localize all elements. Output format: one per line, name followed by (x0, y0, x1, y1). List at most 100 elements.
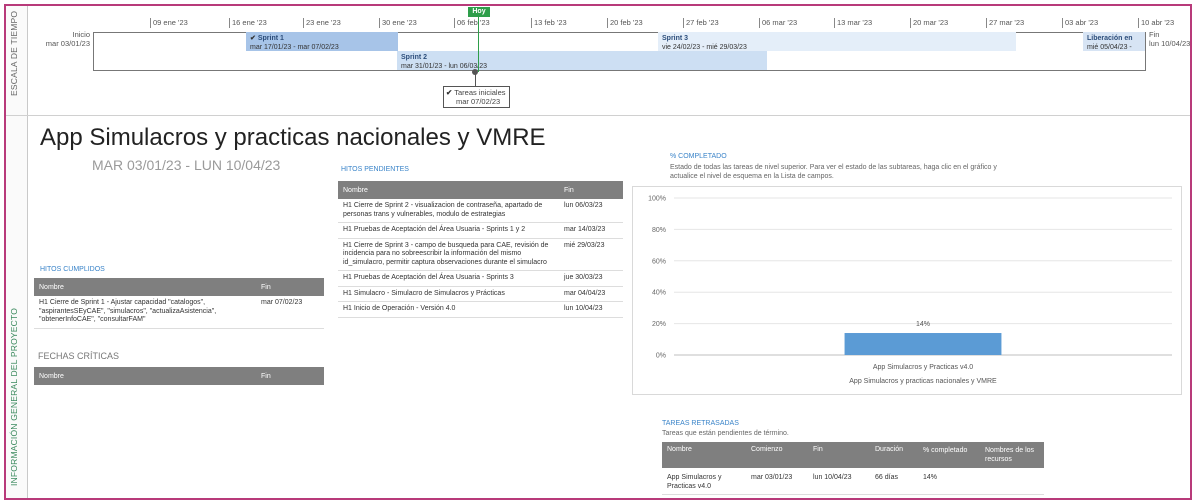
completion-bar[interactable] (844, 333, 1002, 355)
timeline-finish-date: lun 10/04/23 (1149, 39, 1191, 48)
milestone-name: H1 Inicio de Operación - Versión 4.0 (338, 301, 559, 318)
bar-dates: mié 05/04/23 - (1087, 44, 1132, 51)
milestone-dot (472, 69, 478, 75)
milestone-name: H1 Cierre de Sprint 3 - campo de busqued… (338, 238, 559, 271)
timeline-tick: 27 feb '23 (683, 18, 719, 28)
pending-milestones-table[interactable]: Nombre Fin H1 Cierre de Sprint 2 - visua… (338, 181, 623, 318)
milestone-name: H1 Cierre de Sprint 2 - visualizacion de… (338, 199, 559, 223)
milestone-date: mar 07/02/23 (456, 97, 501, 106)
y-tick-label: 80% (652, 227, 666, 234)
column-header: Nombre (662, 442, 746, 468)
column-header: Nombre (34, 367, 256, 385)
column-header: Nombre (338, 181, 559, 199)
milestone-finish: jue 30/03/23 (559, 270, 623, 287)
milestone-name: H1 Simulacro - Simulacro de Simulacros y… (338, 286, 559, 302)
timeline-bar-sprint-1[interactable]: ✔ Sprint 1 mar 17/01/23 - mar 07/02/23 (246, 32, 398, 51)
timeline-tick: 06 mar '23 (759, 18, 797, 28)
today-badge: Hoy (468, 7, 490, 17)
timeline-finish-label: Fin (1149, 30, 1160, 39)
timeline-tick: 20 mar '23 (910, 18, 948, 28)
y-tick-label: 0% (656, 353, 666, 360)
table-row[interactable]: H1 Cierre de Sprint 1 - Ajustar capacida… (34, 296, 324, 329)
table-row[interactable]: H1 Inicio de Operación - Versión 4.0 lun… (338, 301, 623, 318)
milestone-callout[interactable]: ✔ Tareas iniciales mar 07/02/23 (443, 86, 510, 108)
timeline-tick: 20 feb '23 (607, 18, 643, 28)
milestone-finish: mar 04/04/23 (559, 286, 623, 302)
column-header: Nombres de los recursos (980, 442, 1044, 468)
x-tick-label: App Simulacros y Practicas v4.0 (873, 364, 973, 371)
table-row[interactable]: App Simulacros y Practicas v4.0 mar 03/0… (662, 468, 1044, 495)
completion-title: % COMPLETADO (670, 153, 727, 160)
timeline-start-label: Inicio (72, 30, 90, 39)
timeline-start-date: mar 03/01/23 (45, 39, 90, 48)
column-header: Fin (256, 278, 324, 296)
check-icon: ✔ (446, 88, 453, 97)
timescale-label: ESCALA DE TIEMPO (9, 10, 19, 96)
task-duration: 66 días (870, 468, 918, 495)
timeline-bar-liberacion[interactable]: Liberación en mié 05/04/23 - (1083, 32, 1145, 51)
completion-subtitle: Estado de todas las tareas de nivel supe… (670, 164, 997, 180)
column-header: % completado (918, 442, 980, 468)
project-info-label: INFORMACIÓN GENERAL DEL PROYECTO (9, 307, 19, 486)
bar-title: Sprint 3 (662, 35, 689, 42)
y-tick-label: 60% (652, 258, 666, 265)
milestone-name: Tareas iniciales (454, 88, 506, 97)
completion-chart[interactable]: 0% 20% 40% 60% 80% 100% 14% App Simulacros y Pr… (632, 186, 1182, 395)
bar-title: Sprint 2 (401, 54, 428, 61)
y-tick-label: 100% (648, 196, 666, 203)
critical-dates-table[interactable]: Nombre Fin (34, 367, 324, 385)
milestone-finish: mié 29/03/23 (559, 238, 623, 271)
column-header: Fin (808, 442, 870, 468)
task-name: App Simulacros y Practicas v4.0 (662, 468, 746, 495)
check-icon: ✔ (250, 35, 256, 42)
bar-dates: mar 31/01/23 - lun 06/03/23 (401, 63, 488, 70)
delayed-tasks-title: TAREAS RETRASADAS (662, 420, 739, 427)
column-header: Fin (559, 181, 623, 199)
page-title: App Simulacros y practicas nacionales y … (40, 124, 546, 151)
milestone-name: H1 Pruebas de Aceptación del Área Usuari… (338, 222, 559, 239)
completed-milestones-title: HITOS CUMPLIDOS (40, 266, 105, 273)
timeline-tick: 13 mar '23 (834, 18, 872, 28)
table-row[interactable]: H1 Pruebas de Aceptación del Área Usuari… (338, 270, 623, 287)
milestone-finish: lun 10/04/23 (559, 301, 623, 318)
timeline-tick: 03 abr '23 (1062, 18, 1098, 28)
bar-title: Sprint 1 (257, 35, 284, 42)
pending-milestones-title: HITOS PENDIENTES (341, 166, 409, 173)
bar-title: Liberación en (1087, 35, 1133, 42)
project-dates: MAR 03/01/23 - LUN 10/04/23 (92, 157, 281, 173)
timeline-bar-sprint-2[interactable]: Sprint 2 mar 31/01/23 - lun 06/03/23 (397, 51, 767, 70)
delayed-tasks-table[interactable]: Nombre Comienzo Fin Duración % completad… (662, 442, 1044, 495)
timeline-bar-sprint-3[interactable]: Sprint 3 vie 24/02/23 - mié 29/03/23 (658, 32, 1016, 51)
y-tick-label: 20% (652, 321, 666, 328)
timeline-tick: 10 abr '23 (1138, 18, 1174, 28)
timeline-tick: 27 mar '23 (986, 18, 1024, 28)
table-row[interactable]: H1 Cierre de Sprint 3 - campo de busqued… (338, 238, 623, 271)
milestone-finish: mar 14/03/23 (559, 222, 623, 239)
timeline-tick: 30 ene '23 (379, 18, 417, 28)
completed-milestones-table[interactable]: Nombre Fin H1 Cierre de Sprint 1 - Ajust… (34, 278, 324, 329)
table-row[interactable]: H1 Pruebas de Aceptación del Área Usuari… (338, 222, 623, 239)
task-percent-complete: 14% (918, 468, 980, 495)
section-divider (6, 115, 1190, 116)
timeline-tick: 13 feb '23 (531, 18, 567, 28)
milestone-name: H1 Cierre de Sprint 1 - Ajustar capacida… (34, 296, 256, 329)
delayed-tasks-subtitle: Tareas que están pendientes de término. (662, 430, 789, 437)
task-finish: lun 10/04/23 (808, 468, 870, 495)
timeline-finish: Fin lun 10/04/23 (1149, 30, 1190, 48)
table-row[interactable]: H1 Simulacro - Simulacro de Simulacros y… (338, 286, 623, 302)
x-axis-label: App Simulacros y practicas nacionales y … (849, 378, 997, 385)
bar-dates: mar 17/01/23 - mar 07/02/23 (250, 44, 339, 51)
timeline-start: Inicio mar 03/01/23 (40, 30, 90, 48)
y-tick-label: 40% (652, 290, 666, 297)
critical-dates-title: FECHAS CRÍTICAS (38, 351, 120, 361)
timeline-tick: 16 ene '23 (229, 18, 267, 28)
milestone-name: H1 Pruebas de Aceptación del Área Usuari… (338, 270, 559, 287)
bar-dates: vie 24/02/23 - mié 29/03/23 (662, 44, 747, 51)
column-header: Comienzo (746, 442, 808, 468)
task-resources (980, 468, 1044, 495)
table-row[interactable]: H1 Cierre de Sprint 2 - visualizacion de… (338, 199, 623, 223)
column-header: Nombre (34, 278, 256, 296)
bar-data-label: 14% (916, 321, 930, 328)
today-marker-line (478, 14, 479, 72)
column-header: Fin (256, 367, 324, 385)
